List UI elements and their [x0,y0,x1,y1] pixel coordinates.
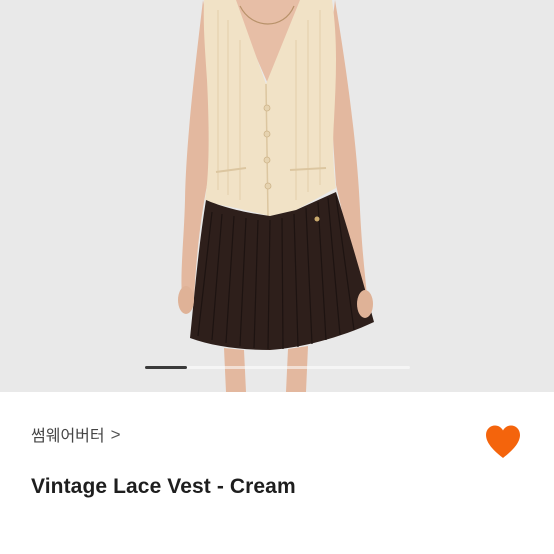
product-title: Vintage Lace Vest - Cream [31,475,296,498]
seller-name: 썸웨어버터 [31,428,105,445]
heart-icon [486,425,520,458]
product-detail-page: 썸웨어버터 > Vintage Lace Vest - Cream [0,0,554,554]
seller-link[interactable]: 썸웨어버터 > [31,422,121,446]
product-photo [0,0,554,392]
like-button[interactable] [484,424,522,460]
carousel-progress-track [145,366,410,369]
product-image-carousel[interactable] [0,0,554,392]
carousel-progress-fill [145,366,187,369]
chevron-right-icon: > [110,424,121,444]
product-info-section: 썸웨어버터 > Vintage Lace Vest - Cream [0,392,554,554]
